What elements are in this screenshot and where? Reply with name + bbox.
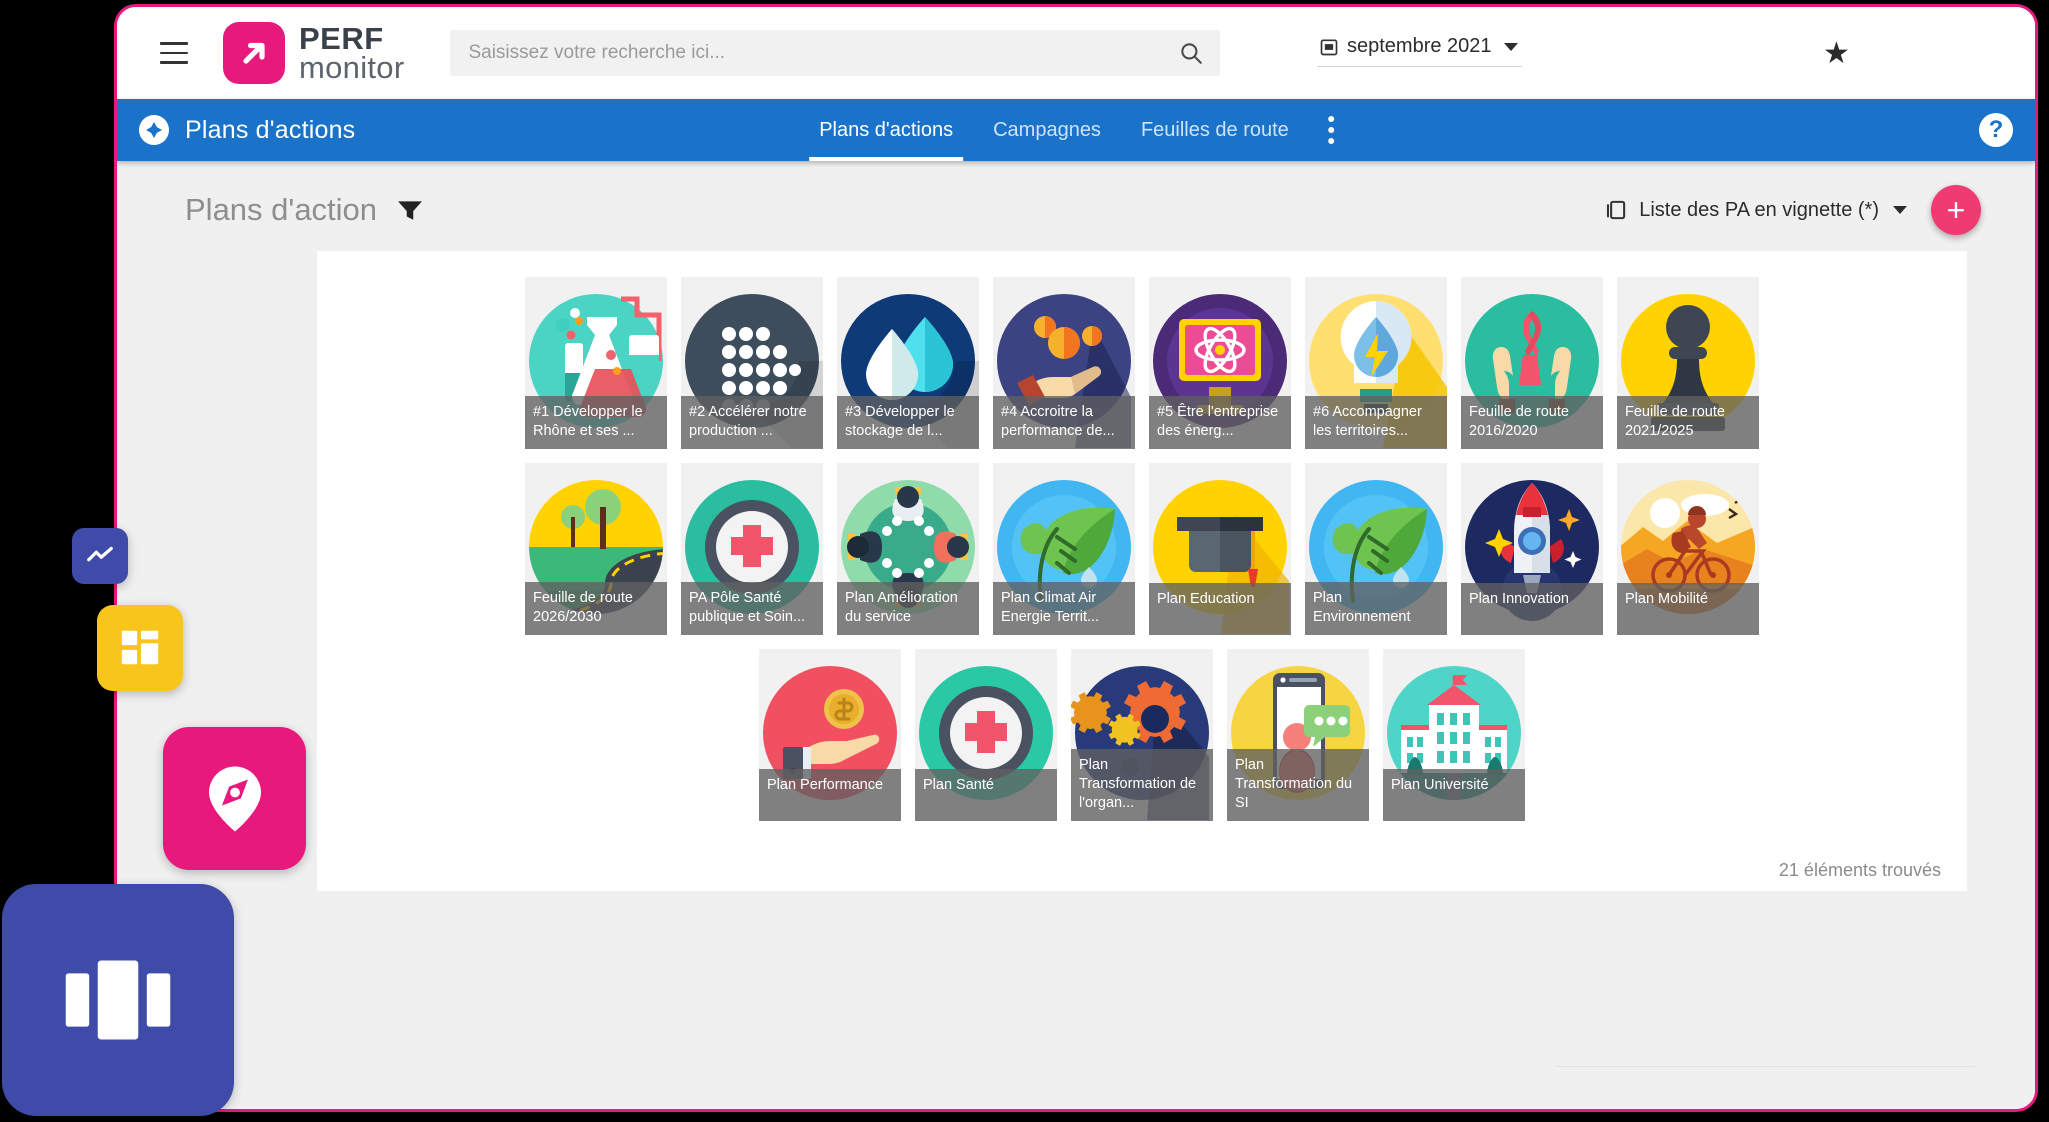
logo-line-2: monitor	[299, 50, 405, 85]
tile-label: Feuille de route 2026/2030	[525, 581, 667, 635]
tile-label: Plan Mobilité	[1617, 583, 1759, 635]
period-selector[interactable]: septembre 2021	[1317, 31, 1522, 67]
logo-line-1: PERF	[299, 20, 384, 56]
tiles-row: Plan Performance Plan Santé Plan Transfo…	[759, 649, 1525, 821]
map-launcher[interactable]	[163, 727, 306, 870]
tile-plan[interactable]: Plan Transformation du SI	[1227, 649, 1369, 821]
chart-launcher[interactable]	[72, 528, 128, 584]
page-body: Plans d'action Liste des PA en vignette …	[117, 161, 2035, 1109]
tile-plan[interactable]: #1 Développer le Rhône et ses ...	[525, 277, 667, 449]
chevron-down-icon	[1503, 42, 1518, 51]
tile-plan[interactable]: Plan Environnement	[1305, 463, 1447, 635]
kebab-menu-icon[interactable]	[1309, 99, 1353, 161]
tile-label: Plan Transformation de l'organ...	[1071, 748, 1213, 821]
nav-tabs: Plans d'actions Campagnes Feuilles de ro…	[799, 99, 1353, 161]
compass-icon	[139, 115, 169, 145]
compass-pin-icon	[208, 766, 261, 831]
tab-plans-dactions[interactable]: Plans d'actions	[799, 99, 973, 161]
section-identity: Plans d'actions	[117, 115, 355, 145]
tile-label: Plan Performance	[759, 769, 901, 821]
calendar-icon	[1320, 39, 1338, 55]
tile-plan[interactable]: Feuille de route 2016/2020	[1461, 277, 1603, 449]
filter-icon[interactable]	[397, 199, 423, 221]
panels-icon	[65, 960, 171, 1040]
tile-plan[interactable]: Plan Climat Air Energie Territ...	[993, 463, 1135, 635]
star-icon[interactable]: ★	[1823, 39, 1850, 69]
tile-label: Plan Climat Air Energie Territ...	[993, 581, 1135, 635]
tile-label: Plan Université	[1383, 769, 1525, 821]
tile-label: Plan Amélioration du service	[837, 581, 979, 635]
panels-launcher[interactable]	[2, 884, 234, 1116]
results-count: 21 éléments trouvés	[1778, 860, 1941, 880]
tile-plan[interactable]: Plan Santé	[915, 649, 1057, 821]
tile-label: #3 Développer le stockage de l...	[837, 395, 979, 449]
chevron-down-icon	[1893, 206, 1907, 214]
tile-label: Plan Transformation du SI	[1227, 748, 1369, 821]
search-icon[interactable]	[1178, 40, 1204, 66]
tile-plan[interactable]: Feuille de route 2021/2025	[1617, 277, 1759, 449]
tile-label: Plan Innovation	[1461, 583, 1603, 635]
view-selector-label: Liste des PA en vignette (*)	[1639, 198, 1879, 221]
tab-feuilles-de-route[interactable]: Feuilles de route	[1121, 99, 1309, 161]
search-box[interactable]	[450, 30, 1221, 76]
tile-plan[interactable]: Plan Amélioration du service	[837, 463, 979, 635]
page-title: Plans d'action	[185, 192, 378, 227]
tile-plan[interactable]: PA Pôle Santé publique et Soin...	[681, 463, 823, 635]
section-navbar: Plans d'actions Plans d'actions Campagne…	[117, 99, 2035, 161]
tile-label: #5 Être l'entreprise des énerg...	[1149, 395, 1291, 449]
tiles-grid: #1 Développer le Rhône et ses ... #2 Acc…	[317, 277, 1967, 821]
tile-plan[interactable]: #3 Développer le stockage de l...	[837, 277, 979, 449]
period-label: septembre 2021	[1347, 35, 1492, 57]
tile-plan[interactable]: Plan Innovation	[1461, 463, 1603, 635]
help-button[interactable]: ?	[1979, 113, 2013, 147]
view-selector[interactable]: Liste des PA en vignette (*)	[1603, 197, 1907, 223]
tab-campagnes[interactable]: Campagnes	[973, 99, 1121, 161]
tile-label: Plan Education	[1149, 583, 1291, 635]
tile-label: #1 Développer le Rhône et ses ...	[525, 395, 667, 449]
hamburger-icon[interactable]	[151, 30, 197, 76]
tile-label: #2 Accélérer notre production ...	[681, 395, 823, 449]
tile-plan[interactable]: Plan Mobilité	[1617, 463, 1759, 635]
tile-plan[interactable]: #2 Accélérer notre production ...	[681, 277, 823, 449]
page-header: Plans d'action Liste des PA en vignette …	[117, 161, 2035, 251]
tile-label: PA Pôle Santé publique et Soin...	[681, 581, 823, 635]
tile-label: #4 Accroitre la performance de...	[993, 395, 1135, 449]
copy-icon	[1607, 200, 1626, 220]
tiles-row: #1 Développer le Rhône et ses ... #2 Acc…	[525, 277, 1759, 449]
tile-plan[interactable]: Plan Université	[1383, 649, 1525, 821]
tile-label: Plan Santé	[915, 769, 1057, 821]
tile-label: Feuille de route 2016/2020	[1461, 395, 1603, 449]
footer-divider	[1555, 1066, 1975, 1067]
add-button[interactable]: +	[1931, 185, 1981, 235]
tiles-row: Feuille de route 2026/2030 PA Pôle Santé	[525, 463, 1759, 635]
top-header: PERF monitor septembre 2021 ★	[117, 7, 2035, 99]
tile-plan[interactable]: Feuille de route 2026/2030	[525, 463, 667, 635]
tile-plan[interactable]: Plan Performance	[759, 649, 901, 821]
tile-label: Feuille de route 2021/2025	[1617, 395, 1759, 449]
trend-line-icon	[87, 546, 113, 562]
tile-plan[interactable]: #6 Accompagner les territoires...	[1305, 277, 1447, 449]
search-input[interactable]	[468, 42, 1179, 64]
tile-label: Plan Environnement	[1305, 581, 1447, 635]
tile-plan[interactable]: Plan Education	[1149, 463, 1291, 635]
tile-label: #6 Accompagner les territoires...	[1305, 395, 1447, 449]
tiles-card: #1 Développer le Rhône et ses ... #2 Acc…	[317, 251, 1967, 891]
app-window: PERF monitor septembre 2021 ★	[114, 4, 2038, 1112]
dashboard-launcher[interactable]	[97, 605, 183, 691]
app-logo[interactable]: PERF monitor	[223, 22, 404, 84]
tile-plan[interactable]: #5 Être l'entreprise des énerg...	[1149, 277, 1291, 449]
section-title: Plans d'actions	[185, 115, 356, 144]
grid-tiles-icon	[121, 630, 159, 665]
tile-plan[interactable]: #4 Accroitre la performance de...	[993, 277, 1135, 449]
arrow-up-right-icon	[223, 22, 285, 84]
tile-plan[interactable]: Plan Transformation de l'organ...	[1071, 649, 1213, 821]
